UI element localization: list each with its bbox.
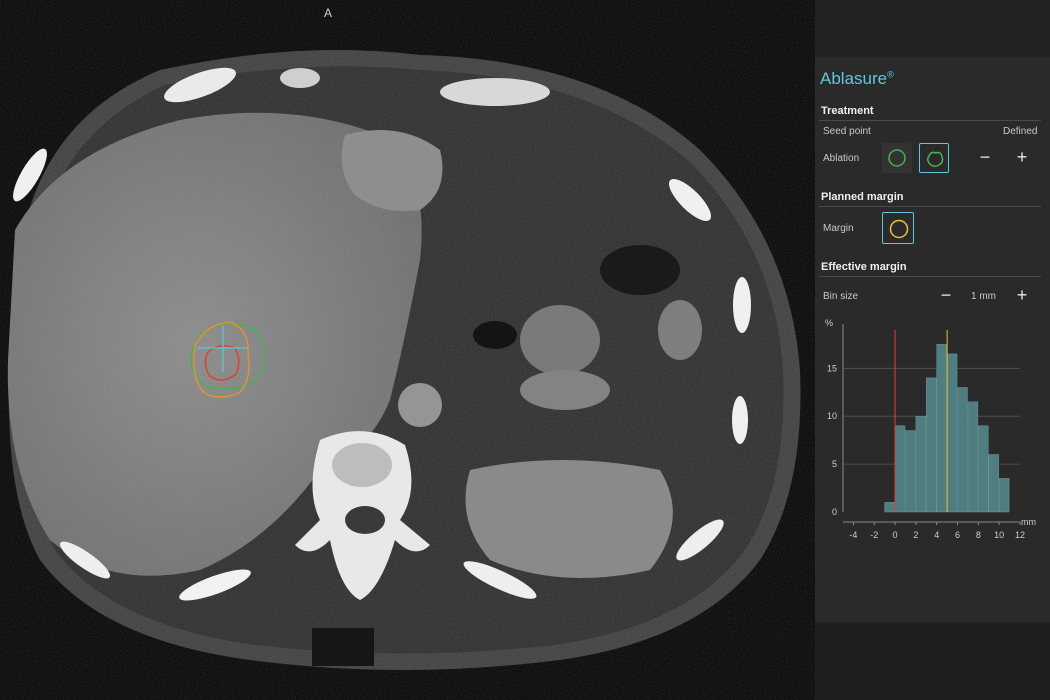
rib bbox=[733, 277, 751, 333]
x-tick-label: 6 bbox=[955, 530, 960, 540]
orientation-label: A bbox=[324, 6, 333, 20]
histogram-bar bbox=[967, 401, 979, 513]
ct-table bbox=[312, 628, 374, 666]
bin-plus-button[interactable]: + bbox=[1013, 286, 1031, 305]
panel-header-bar bbox=[815, 0, 1050, 58]
histogram-bar bbox=[915, 415, 927, 513]
bin-size-value: 1 mm bbox=[971, 291, 996, 302]
treatment-title: Treatment bbox=[821, 105, 874, 117]
histogram-bar bbox=[988, 454, 999, 513]
histogram-bar bbox=[936, 344, 947, 513]
effective-margin-title: Effective margin bbox=[821, 261, 907, 273]
seed-point-status: Defined bbox=[1003, 126, 1038, 137]
histogram-bar bbox=[905, 430, 916, 513]
bin-minus-button[interactable]: − bbox=[937, 286, 955, 305]
histogram-bar bbox=[946, 353, 958, 513]
y-tick-label: 0 bbox=[832, 507, 837, 517]
circle-icon bbox=[889, 219, 909, 239]
x-axis-label: mm bbox=[1021, 517, 1036, 527]
y-tick-label: 5 bbox=[832, 459, 837, 469]
divider bbox=[819, 206, 1041, 207]
x-tick-label: 10 bbox=[994, 530, 1004, 540]
histogram-bar bbox=[884, 502, 895, 513]
bowel-2 bbox=[520, 370, 610, 410]
x-tick-label: 0 bbox=[893, 530, 898, 540]
histogram-bar bbox=[957, 387, 968, 513]
y-tick-label: 15 bbox=[827, 363, 837, 373]
vertebral-body bbox=[332, 443, 392, 487]
margin-button[interactable] bbox=[882, 212, 914, 244]
x-tick-label: 2 bbox=[913, 530, 918, 540]
bowel-4 bbox=[600, 245, 680, 295]
rib bbox=[280, 68, 320, 88]
ablation-label: Ablation bbox=[823, 153, 860, 164]
ct-axial-slice[interactable] bbox=[0, 0, 815, 700]
freeform-ablation-button[interactable] bbox=[919, 143, 949, 173]
ablation-plus-button[interactable]: + bbox=[1013, 148, 1031, 167]
y-axis-label: % bbox=[825, 318, 833, 328]
circle-icon bbox=[888, 149, 906, 167]
margin-label: Margin bbox=[823, 223, 854, 234]
ablasure-panel: Ablasure® Treatment Seed point Defined A… bbox=[815, 0, 1050, 700]
x-tick-label: -4 bbox=[849, 530, 857, 540]
divider bbox=[819, 276, 1041, 277]
panel-footer bbox=[815, 622, 1050, 700]
rib bbox=[440, 78, 550, 106]
histogram-bar bbox=[894, 425, 906, 513]
freeform-shape-icon bbox=[926, 151, 944, 168]
spherical-ablation-button[interactable] bbox=[882, 143, 912, 173]
histogram-bar bbox=[978, 425, 989, 513]
x-tick-label: 4 bbox=[934, 530, 939, 540]
app-name: Ablasure bbox=[820, 69, 888, 88]
bowel-1 bbox=[520, 305, 600, 375]
spinal-canal bbox=[345, 506, 385, 534]
ablation-minus-button[interactable]: − bbox=[976, 148, 994, 167]
app-title: Ablasure® bbox=[820, 69, 894, 89]
app-mark: ® bbox=[887, 69, 894, 80]
margin-histogram: 0 5 10 15% mm -4 -2 0 2 4 6 8 10 12 bbox=[825, 318, 1036, 540]
image-viewport[interactable]: A bbox=[0, 0, 815, 700]
bin-size-label: Bin size bbox=[823, 291, 859, 302]
histogram-bar bbox=[998, 478, 1010, 513]
histogram-bar bbox=[926, 377, 937, 513]
spleen bbox=[465, 460, 673, 578]
x-tick-label: 12 bbox=[1015, 530, 1025, 540]
panel-body: Ablasure® Treatment Seed point Defined A… bbox=[815, 57, 1050, 622]
divider bbox=[819, 120, 1041, 121]
aorta bbox=[398, 383, 442, 427]
bowel-3 bbox=[658, 300, 702, 360]
bowel-5 bbox=[473, 321, 517, 349]
x-tick-label: -2 bbox=[870, 530, 878, 540]
y-tick-label: 10 bbox=[827, 411, 837, 421]
seed-point-label: Seed point bbox=[823, 126, 871, 137]
x-tick-label: 8 bbox=[976, 530, 981, 540]
planned-margin-title: Planned margin bbox=[821, 191, 904, 203]
rib bbox=[732, 396, 748, 444]
